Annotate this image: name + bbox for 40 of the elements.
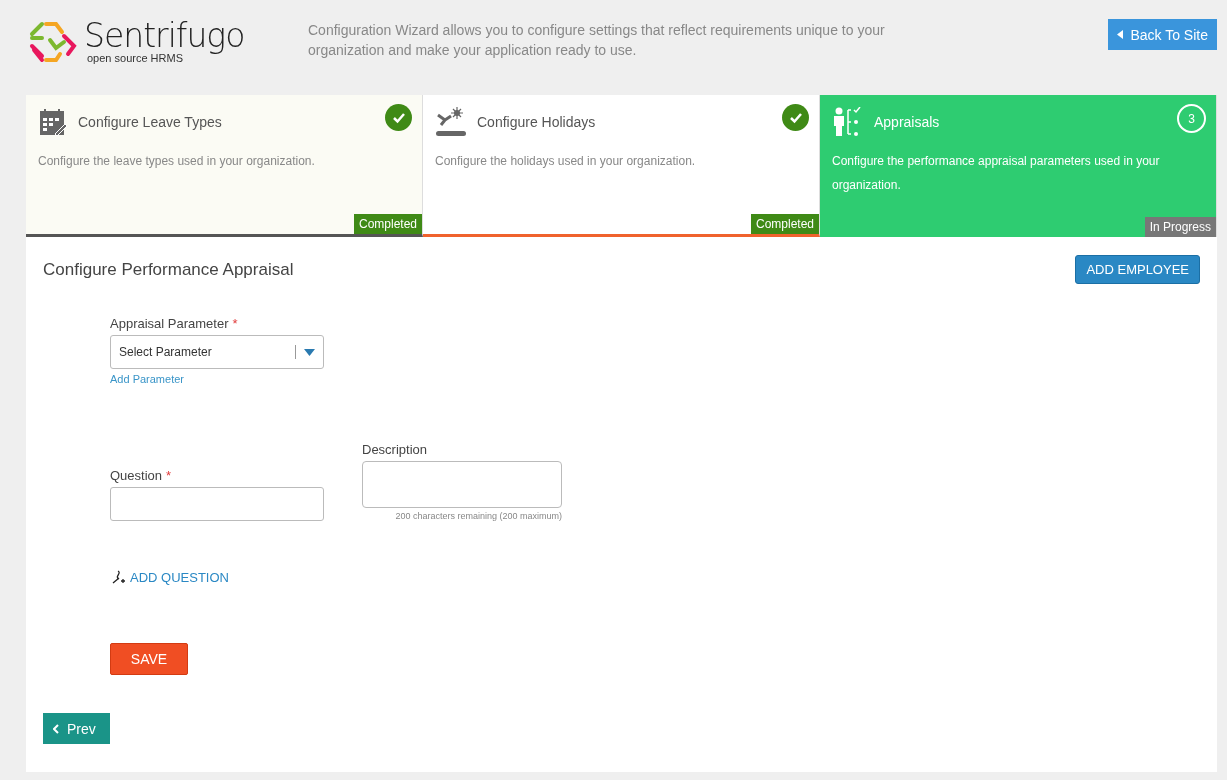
step-status-label: Completed (353, 214, 422, 234)
step-status-label: Completed (750, 214, 819, 234)
logo-tagline: open source HRMS (87, 52, 183, 64)
field-label: Appraisal Parameter * (110, 316, 239, 331)
wizard-step-card[interactable]: Configure Holidays Configure the holidays used in your organization. Completed (423, 95, 820, 237)
step-title: Configure Holidays (477, 114, 596, 130)
step-description: Configure the holidays used in your organization. (435, 153, 697, 170)
chevron-left-icon (53, 723, 59, 734)
step-description: Configure the performance appraisal parameters used in your organization. (832, 153, 1161, 194)
logo-icon (28, 20, 78, 64)
parameter-dropdown[interactable]: Select Parameter (110, 335, 324, 369)
add-parameter-link[interactable]: Add Parameter (110, 373, 184, 385)
check-icon (782, 104, 809, 131)
prev-button[interactable]: Prev (43, 713, 110, 744)
triangle-left-icon (1117, 30, 1124, 39)
person-checklist-icon (832, 107, 864, 137)
airplane-sun-icon (435, 107, 467, 137)
dropdown-caret-icon (304, 348, 315, 356)
back-to-site-button[interactable]: Back To Site (1108, 19, 1217, 50)
question-input[interactable] (110, 487, 324, 521)
wizard-intro-text: Configuration Wizard allows you to configure settings that reflect requirements unique to your organization and make your application ready to use. (308, 21, 886, 60)
add-employee-button[interactable]: ADD EMPLOYEE (1075, 255, 1200, 284)
step-status-label: In Progress (1144, 217, 1216, 237)
add-question-link[interactable]: ADD QUESTION (110, 569, 1200, 585)
description-textarea[interactable] (362, 461, 562, 508)
form-title: Configure Performance Appraisal (43, 259, 294, 280)
character-count: 200 characters remaining (200 maximum) (394, 511, 562, 521)
wand-icon (110, 569, 126, 585)
field-label: Description (362, 442, 429, 457)
step-number: 3 (1177, 104, 1206, 133)
check-icon (385, 104, 412, 131)
wizard-step-card[interactable]: Configure Leave Types Configure the leave types used in your organization. Completed (26, 95, 423, 237)
step-title: Configure Leave Types (78, 114, 222, 130)
wizard-step-card[interactable]: Appraisals Configure the performance appraisal parameters used in your organization. 3 In Progress (820, 95, 1217, 237)
save-button[interactable]: SAVE (110, 643, 188, 675)
step-title: Appraisals (874, 114, 940, 130)
logo-name: Sentrifugo (84, 20, 245, 52)
calendar-icon (38, 107, 68, 137)
step-description: Configure the leave types used in your organization. (38, 153, 316, 170)
field-label: Question * (110, 468, 173, 483)
